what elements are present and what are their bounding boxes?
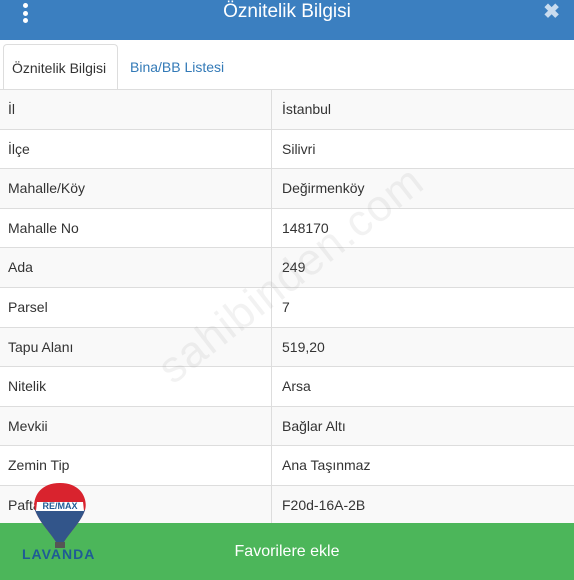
column-divider (271, 287, 272, 327)
table-row: Mahalle/Köy Değirmenköy (0, 168, 574, 208)
close-icon[interactable]: ✖ (543, 0, 560, 24)
balloon-icon: RE/MAX (34, 483, 86, 548)
table-row: Ada 249 (0, 247, 574, 287)
row-value: F20d-16A-2B (282, 496, 366, 513)
column-divider (271, 406, 272, 446)
table-row: Zemin Tip Ana Taşınmaz (0, 445, 574, 485)
row-label: İlçe (8, 140, 30, 157)
column-divider (271, 485, 272, 525)
column-divider (271, 169, 272, 208)
row-value: Silivri (282, 140, 316, 157)
remax-lavanda-logo: RE/MAX LAVANDA (20, 480, 100, 570)
tab-bar: Öznitelik Bilgisi Bina/BB Listesi (0, 40, 574, 90)
row-label: Ada (8, 259, 33, 276)
dialog-title: Öznitelik Bilgisi (223, 1, 351, 22)
column-divider (271, 90, 272, 129)
column-divider (271, 367, 272, 406)
column-divider (271, 208, 272, 248)
row-value: Ana Taşınmaz (282, 457, 371, 474)
row-value: İstanbul (282, 101, 332, 117)
tab-oznitelik-bilgisi[interactable]: Öznitelik Bilgisi (3, 44, 118, 90)
row-value: Değirmenköy (282, 180, 365, 197)
row-label: Mevkii (8, 417, 48, 434)
row-value: 249 (282, 259, 306, 276)
row-label: Nitelik (8, 378, 47, 395)
dialog-header: Öznitelik Bilgisi ✖ (0, 0, 574, 40)
column-divider (271, 446, 272, 485)
table-row: Nitelik Arsa (0, 366, 574, 406)
row-label: Tapu Alanı (8, 338, 74, 355)
table-row: Tapu Alanı 519,20 (0, 326, 574, 367)
table-row: İl İstanbul (0, 89, 574, 129)
column-divider (271, 248, 272, 287)
table-row: Parsel 7 (0, 286, 574, 327)
column-divider (271, 129, 272, 169)
row-value: Bağlar Altı (282, 417, 346, 434)
row-label: İl (8, 101, 15, 117)
row-value: Arsa (282, 378, 311, 395)
table-row: İlçe Silivri (0, 128, 574, 169)
row-value: 519,20 (282, 338, 325, 355)
column-divider (271, 327, 272, 367)
brand-text: LAVANDA (22, 546, 96, 562)
row-label: Mahalle No (8, 219, 79, 236)
table-row: Mevkii Bağlar Altı (0, 405, 574, 446)
balloon-text: RE/MAX (42, 501, 77, 511)
row-value: 148170 (282, 219, 329, 236)
tab-bina-bb-listesi[interactable]: Bina/BB Listesi (122, 44, 232, 90)
row-label: Mahalle/Köy (8, 180, 86, 197)
row-value: 7 (282, 298, 290, 315)
table-row: Mahalle No 148170 (0, 207, 574, 248)
attribute-table: İl İstanbul İlçe Silivri Mahalle/Köy Değirm… (0, 89, 574, 525)
row-label: Parsel (8, 298, 48, 315)
